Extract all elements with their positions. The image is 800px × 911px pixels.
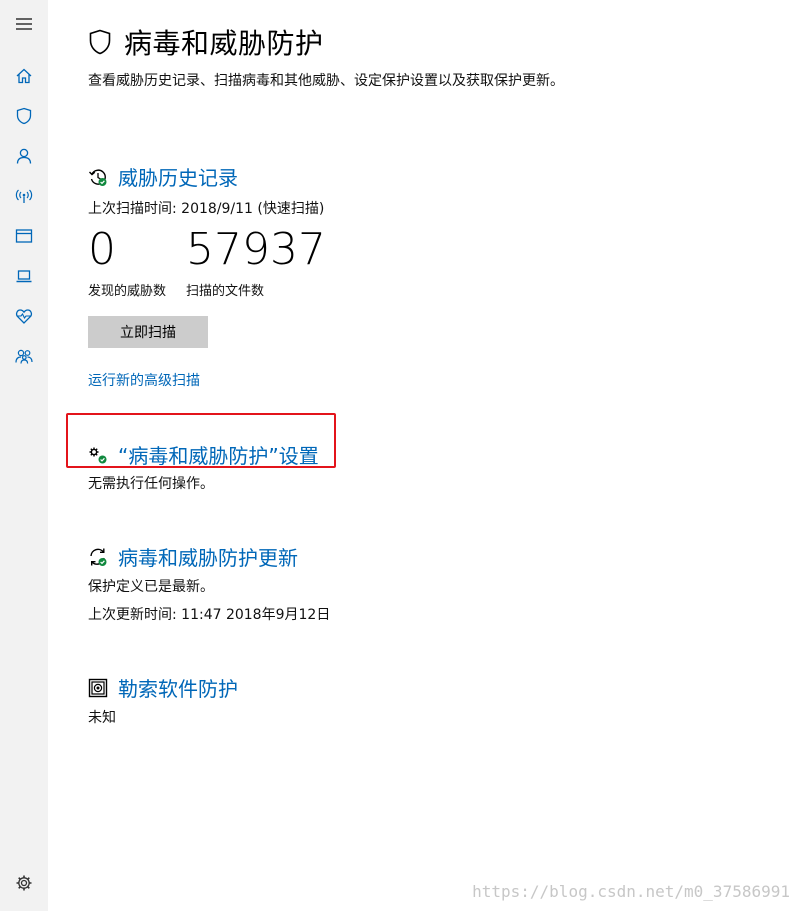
highlight-box	[66, 413, 336, 468]
protection-updates-link[interactable]: 病毒和威胁防护更新	[118, 542, 298, 571]
health-icon[interactable]	[12, 304, 36, 328]
navigation-sidebar	[0, 0, 48, 911]
files-scanned-count: 57937	[186, 224, 326, 275]
ransomware-icon	[88, 678, 108, 698]
network-icon[interactable]	[12, 184, 36, 208]
shield-icon	[89, 29, 111, 55]
threat-history-header: 威胁历史记录	[88, 162, 238, 191]
home-icon[interactable]	[12, 64, 36, 88]
menu-icon[interactable]	[12, 12, 36, 36]
page-title: 病毒和威胁防护	[124, 27, 324, 60]
last-scan-time: 上次扫描时间: 2018/9/11 (快速扫描)	[88, 201, 325, 217]
protection-updates-status: 保护定义已是最新。	[88, 579, 214, 595]
page-header: 病毒和威胁防护	[88, 22, 324, 62]
watermark: https://blog.csdn.net/m0_37586991	[472, 882, 790, 901]
advanced-scan-link[interactable]: 运行新的高级扫描	[88, 370, 200, 390]
last-update-time: 上次更新时间: 11:47 2018年9月12日	[88, 607, 331, 623]
page-description: 查看威胁历史记录、扫描病毒和其他威胁、设定保护设置以及获取保护更新。	[88, 73, 564, 89]
threat-history-link[interactable]: 威胁历史记录	[118, 162, 238, 191]
ransomware-header: 勒索软件防护	[88, 673, 238, 702]
protection-settings-status: 无需执行任何操作。	[88, 476, 214, 492]
ransomware-status: 未知	[88, 710, 116, 726]
threats-found-label: 发现的威胁数	[88, 284, 167, 299]
protection-updates-header: 病毒和威胁防护更新	[88, 542, 298, 571]
app-browser-icon[interactable]	[12, 224, 36, 248]
files-scanned-label: 扫描的文件数	[186, 284, 265, 299]
history-icon	[88, 167, 108, 187]
shield-icon[interactable]	[12, 104, 36, 128]
scan-now-button[interactable]: 立即扫描	[88, 316, 208, 348]
threats-found-count: 0	[88, 224, 116, 275]
account-icon[interactable]	[12, 144, 36, 168]
ransomware-link[interactable]: 勒索软件防护	[118, 673, 238, 702]
settings-icon[interactable]	[12, 871, 36, 895]
family-icon[interactable]	[12, 344, 36, 368]
refresh-icon	[88, 547, 108, 567]
device-security-icon[interactable]	[12, 264, 36, 288]
